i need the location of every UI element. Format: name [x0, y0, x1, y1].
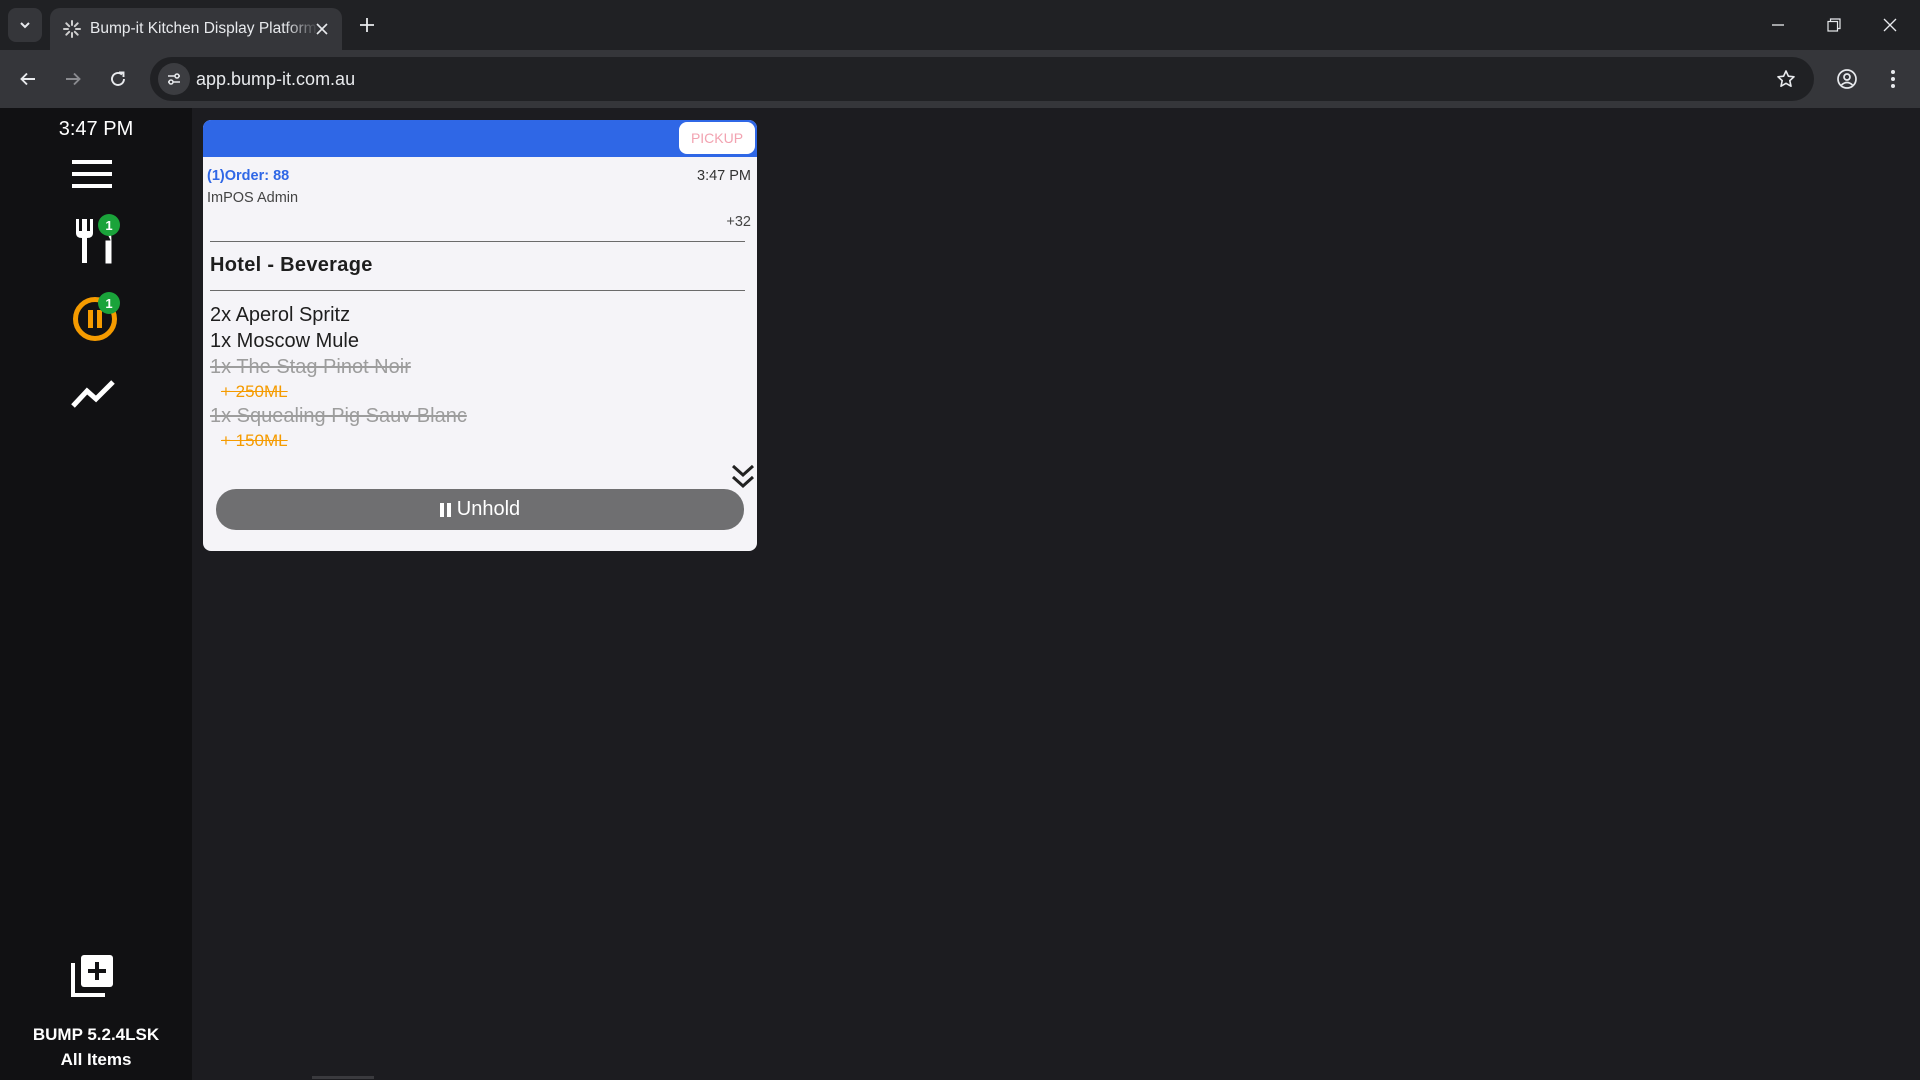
browser-tab[interactable]: Bump-it Kitchen Display Platform: [50, 8, 342, 50]
loading-spinner-icon: [63, 20, 81, 38]
arrow-right-icon: [66, 72, 81, 86]
reload-button[interactable]: [101, 62, 135, 96]
orders-count-badge: 1: [98, 214, 120, 236]
minimize-button[interactable]: [1750, 0, 1806, 50]
tab-close-button[interactable]: [312, 19, 332, 39]
star-icon: [1777, 70, 1795, 87]
hamburger-menu-icon: [72, 160, 112, 188]
pause-icon: [439, 502, 451, 517]
browser-menu-button[interactable]: [1876, 62, 1910, 96]
tab-search-button[interactable]: [8, 8, 42, 42]
reload-icon: [111, 71, 125, 86]
clock: 3:47 PM: [58, 118, 134, 140]
unhold-button[interactable]: Unhold: [216, 489, 744, 530]
order-card[interactable]: PICKUP (1)Order: 88 3:47 PM ImPOS Admin …: [203, 120, 757, 551]
new-tab-button[interactable]: [353, 11, 381, 39]
account-circle-icon: [1837, 69, 1857, 89]
divider: [210, 241, 745, 242]
on-hold-button[interactable]: 1: [70, 292, 120, 344]
version-label: BUMP 5.2.4LSK: [32, 1025, 160, 1044]
order-elapsed: +32: [726, 214, 751, 230]
app-version-info: BUMP 5.2.4LSK All Items: [0, 1022, 192, 1072]
profile-button[interactable]: [1830, 62, 1864, 96]
app-sidebar: 3:47 PM 1 1 BUMP 5.2.4LSK All Items: [0, 108, 192, 1080]
order-user: ImPOS Admin: [207, 190, 299, 206]
add-box-icon: [71, 955, 113, 997]
forward-button[interactable]: [56, 62, 90, 96]
analytics-button[interactable]: [70, 374, 116, 414]
item-modifier: + 150ML: [221, 431, 288, 450]
menu-button[interactable]: [72, 154, 112, 194]
close-icon: [316, 23, 328, 35]
arrow-left-icon: [20, 72, 35, 86]
expand-order-button[interactable]: [730, 462, 756, 492]
browser-tabstrip: Bump-it Kitchen Display Platform: [0, 0, 1920, 50]
browser-toolbar: app.bump-it.com.au: [0, 50, 1920, 108]
divider: [210, 290, 745, 291]
close-window-button[interactable]: [1862, 0, 1918, 50]
order-type-tag: PICKUP: [679, 122, 755, 154]
restore-button[interactable]: [1806, 0, 1862, 50]
address-bar[interactable]: app.bump-it.com.au: [150, 57, 1814, 101]
tab-title: Bump-it Kitchen Display Platform: [90, 20, 317, 37]
chevron-down-icon: [20, 22, 30, 29]
order-id: (1)Order: 88: [207, 168, 290, 184]
minimize-icon: [1772, 24, 1784, 26]
orders-button[interactable]: 1: [70, 214, 120, 266]
order-item[interactable]: 1x Moscow Mule: [210, 330, 359, 353]
double-chevron-down-icon: [731, 464, 755, 489]
order-time: 3:47 PM: [697, 168, 751, 184]
more-vertical-icon: [1891, 70, 1895, 88]
unhold-label: Unhold: [456, 498, 521, 520]
section-title: Hotel - Beverage: [210, 254, 373, 276]
plus-icon: [360, 18, 374, 32]
back-button[interactable]: [11, 62, 45, 96]
tune-icon: [168, 73, 180, 85]
order-item-completed[interactable]: 1x Squealing Pig Sauv Blanc: [210, 405, 467, 428]
close-icon: [1883, 18, 1897, 32]
order-card-header: PICKUP: [203, 120, 757, 157]
item-modifier: + 250ML: [221, 382, 288, 401]
bookmark-button[interactable]: [1772, 65, 1800, 93]
url-text: app.bump-it.com.au: [196, 69, 356, 89]
view-label: All Items: [60, 1050, 132, 1069]
trend-line-icon: [71, 380, 115, 408]
site-info-button[interactable]: [158, 63, 190, 95]
order-item[interactable]: 2x Aperol Spritz: [210, 304, 350, 327]
restore-icon: [1827, 18, 1841, 32]
add-button[interactable]: [70, 952, 116, 998]
horizontal-scrollbar[interactable]: [312, 1076, 374, 1079]
on-hold-count-badge: 1: [98, 292, 120, 314]
order-item-completed[interactable]: 1x The Stag Pinot Noir: [210, 356, 411, 379]
